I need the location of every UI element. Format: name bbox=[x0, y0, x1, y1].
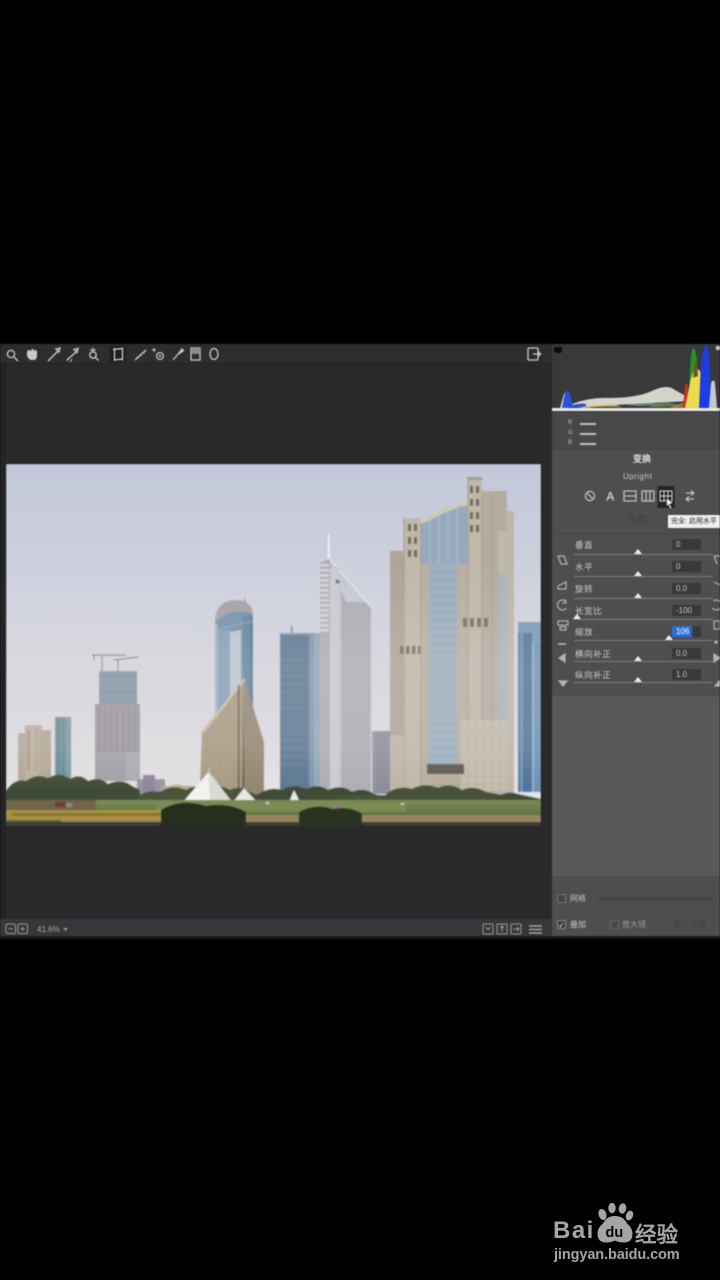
svg-text:du: du bbox=[606, 1225, 624, 1241]
svg-text:A: A bbox=[606, 490, 615, 504]
svg-text:41.6%: 41.6% bbox=[37, 925, 60, 934]
